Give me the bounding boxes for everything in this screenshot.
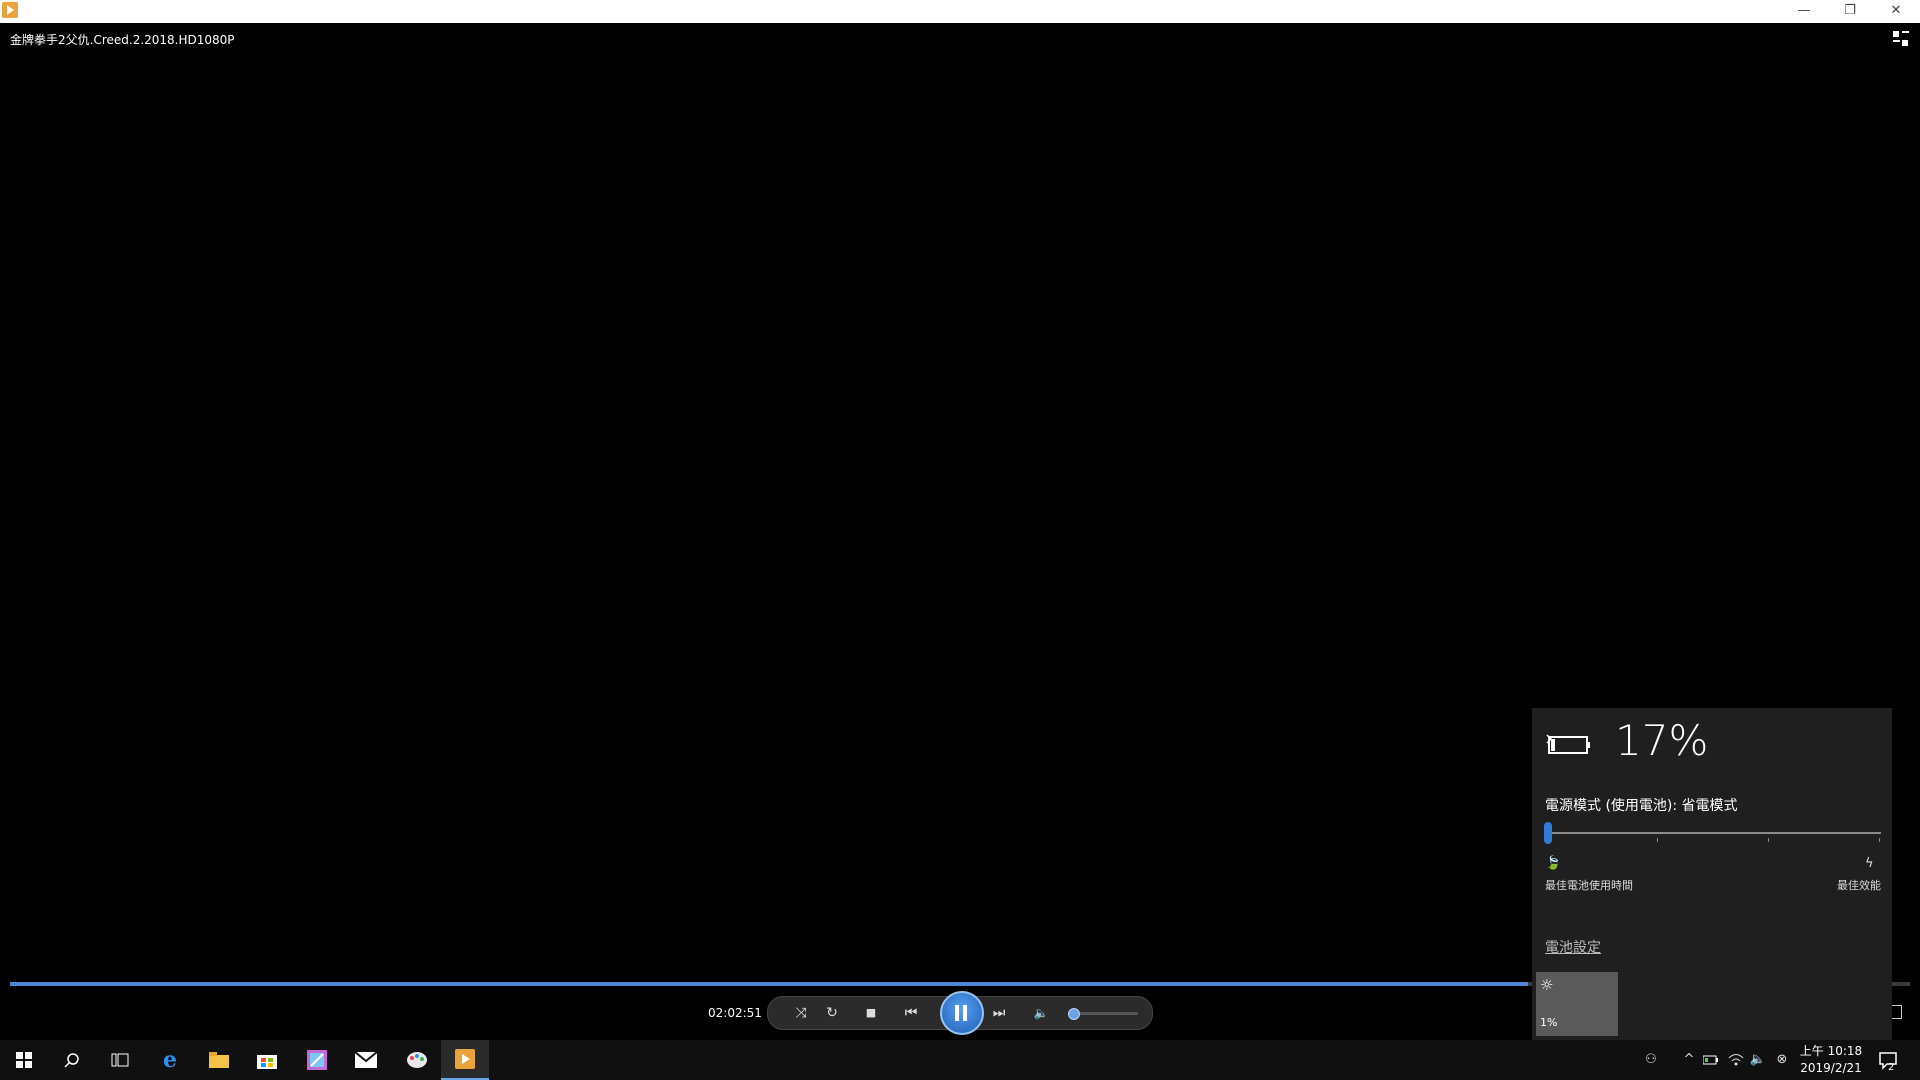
- close-button[interactable]: ✕: [1873, 0, 1919, 23]
- power-mode-slider-thumb[interactable]: [1544, 822, 1552, 844]
- edge-icon[interactable]: e: [146, 1040, 194, 1080]
- mail-icon[interactable]: [342, 1040, 390, 1080]
- volume-slider-knob[interactable]: [1068, 1008, 1080, 1020]
- task-view-icon[interactable]: [96, 1040, 144, 1080]
- brightness-value: 1%: [1540, 1016, 1558, 1029]
- best-battery-life-label: 最佳電池使用時間: [1545, 879, 1633, 892]
- sketch-app-icon[interactable]: [293, 1040, 341, 1080]
- minimize-button[interactable]: —: [1781, 0, 1827, 23]
- battery-tray-icon[interactable]: [1702, 1050, 1720, 1070]
- power-mode-label: 電源模式 (使用電池): 省電模式: [1545, 798, 1738, 814]
- window-title-bar: — ❐ ✕: [0, 0, 1920, 23]
- file-explorer-icon[interactable]: [195, 1040, 243, 1080]
- shuffle-icon[interactable]: ⤨: [790, 1003, 812, 1023]
- pause-button[interactable]: [940, 991, 984, 1035]
- wifi-icon[interactable]: [1727, 1050, 1745, 1070]
- best-performance-label: 最佳效能: [1837, 879, 1881, 892]
- battery-settings-link[interactable]: 電池設定: [1545, 937, 1601, 957]
- clock-date: 2019/2/21: [1800, 1061, 1862, 1075]
- volume-tray-icon[interactable]: 🔈: [1749, 1050, 1767, 1070]
- notification-count: 2: [1888, 1062, 1895, 1073]
- volume-slider[interactable]: [1068, 1008, 1138, 1020]
- pause-icon-bar: [963, 1005, 967, 1021]
- battery-percent: 17%: [1615, 716, 1709, 765]
- paint-icon[interactable]: [393, 1040, 441, 1080]
- seek-bar-progress: [10, 982, 1529, 986]
- pause-icon: [955, 1005, 959, 1021]
- slider-tick: [1879, 838, 1880, 842]
- battery-flyout: 17% 電源模式 (使用電池): 省電模式 🍃 ϟ 最佳電池使用時間 最佳效能 …: [1532, 708, 1892, 1040]
- brightness-icon: ☼: [1540, 976, 1554, 994]
- clock-time: 上午 10:18: [1799, 1044, 1863, 1058]
- media-player-app-icon: [2, 2, 18, 18]
- battery-icon: [1546, 734, 1590, 754]
- volume-icon[interactable]: 🔈: [1030, 1003, 1052, 1023]
- video-title: 金牌拳手2父仇.Creed.2.2018.HD1080P: [10, 33, 235, 47]
- playback-controls: ⤨ ↻ ■ ⏮ ⏭ 🔈: [767, 991, 1153, 1035]
- chevron-up-icon[interactable]: ^: [1680, 1050, 1698, 1070]
- compact-view-icon[interactable]: [1893, 31, 1909, 47]
- restore-button[interactable]: ❐: [1827, 0, 1873, 23]
- slider-tick: [1657, 838, 1658, 842]
- elapsed-time: 02:02:51: [708, 1006, 762, 1020]
- slider-tick: [1768, 838, 1769, 842]
- status-close-icon[interactable]: ⊗: [1773, 1050, 1791, 1070]
- next-icon[interactable]: ⏭: [988, 1003, 1010, 1023]
- battery-saver-leaf-icon: 🍃: [1545, 856, 1562, 871]
- power-mode-slider[interactable]: [1545, 832, 1881, 834]
- start-icon[interactable]: [0, 1040, 48, 1080]
- clock[interactable]: 上午 10:18 2019/2/21: [1792, 1043, 1870, 1077]
- people-icon[interactable]: ⚇: [1642, 1050, 1660, 1070]
- store-icon[interactable]: [243, 1040, 291, 1080]
- brightness-tile[interactable]: ☼ 1%: [1536, 972, 1618, 1036]
- repeat-icon[interactable]: ↻: [821, 1003, 843, 1023]
- media-player-icon[interactable]: [441, 1040, 489, 1080]
- stop-icon[interactable]: ■: [860, 1003, 882, 1023]
- taskbar: e ⚇ ^ 🔈 ⊗ 上午 10:18 2019/2/21 2: [0, 1040, 1920, 1080]
- performance-bolt-icon: ϟ: [1865, 856, 1874, 871]
- search-icon[interactable]: [48, 1040, 96, 1080]
- previous-icon[interactable]: ⏮: [900, 1003, 922, 1023]
